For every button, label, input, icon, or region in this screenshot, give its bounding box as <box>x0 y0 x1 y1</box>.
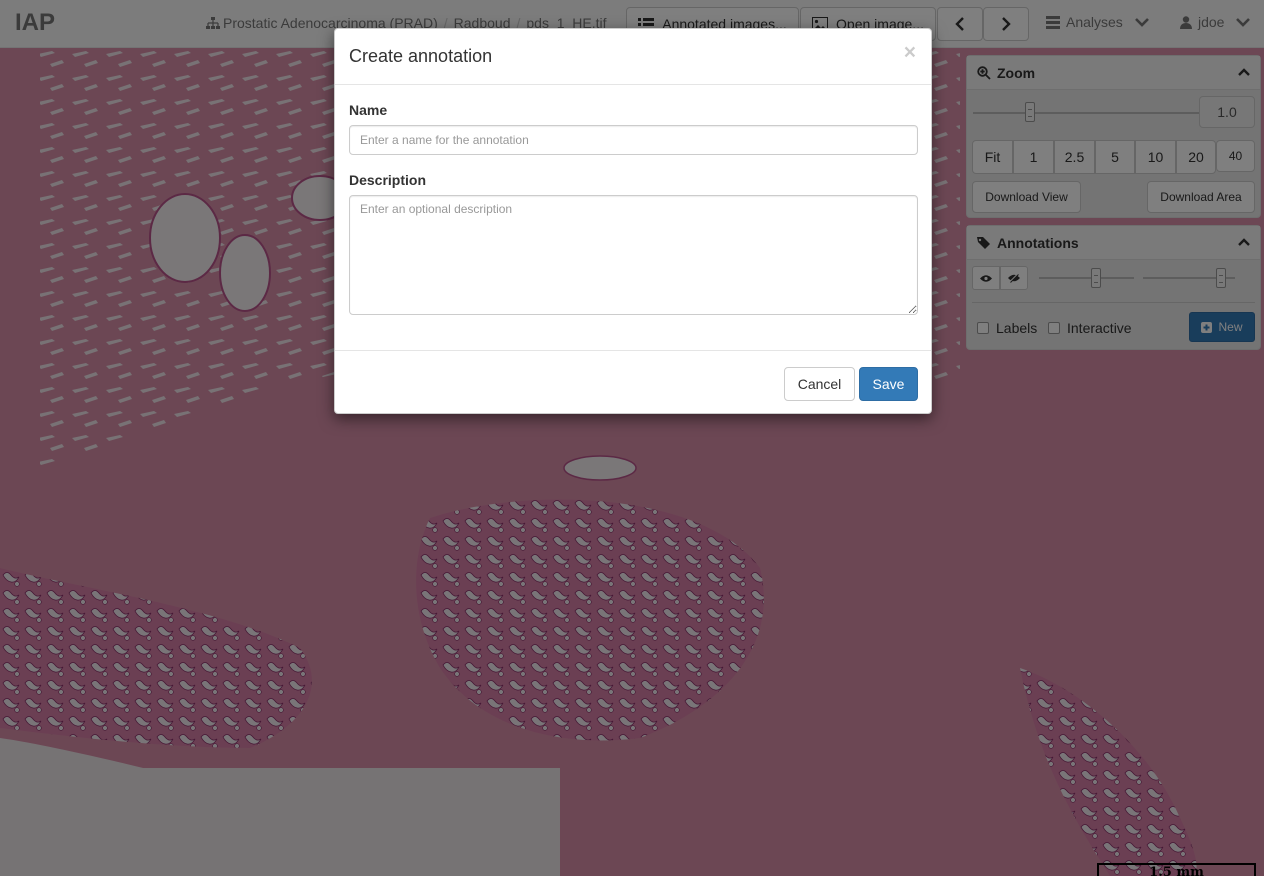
cancel-button[interactable]: Cancel <box>784 367 855 401</box>
modal-footer: Cancel Save <box>335 350 931 414</box>
save-button[interactable]: Save <box>859 367 918 401</box>
modal-header: Create annotation × <box>335 29 931 85</box>
create-annotation-dialog: Create annotation × Name Description Can… <box>334 28 932 414</box>
close-icon[interactable]: × <box>904 42 916 63</box>
modal-title: Create annotation <box>349 46 493 66</box>
annotation-description-textarea[interactable] <box>349 195 918 315</box>
annotation-name-input[interactable] <box>349 125 918 155</box>
description-label: Description <box>349 172 427 188</box>
name-label: Name <box>349 102 388 118</box>
